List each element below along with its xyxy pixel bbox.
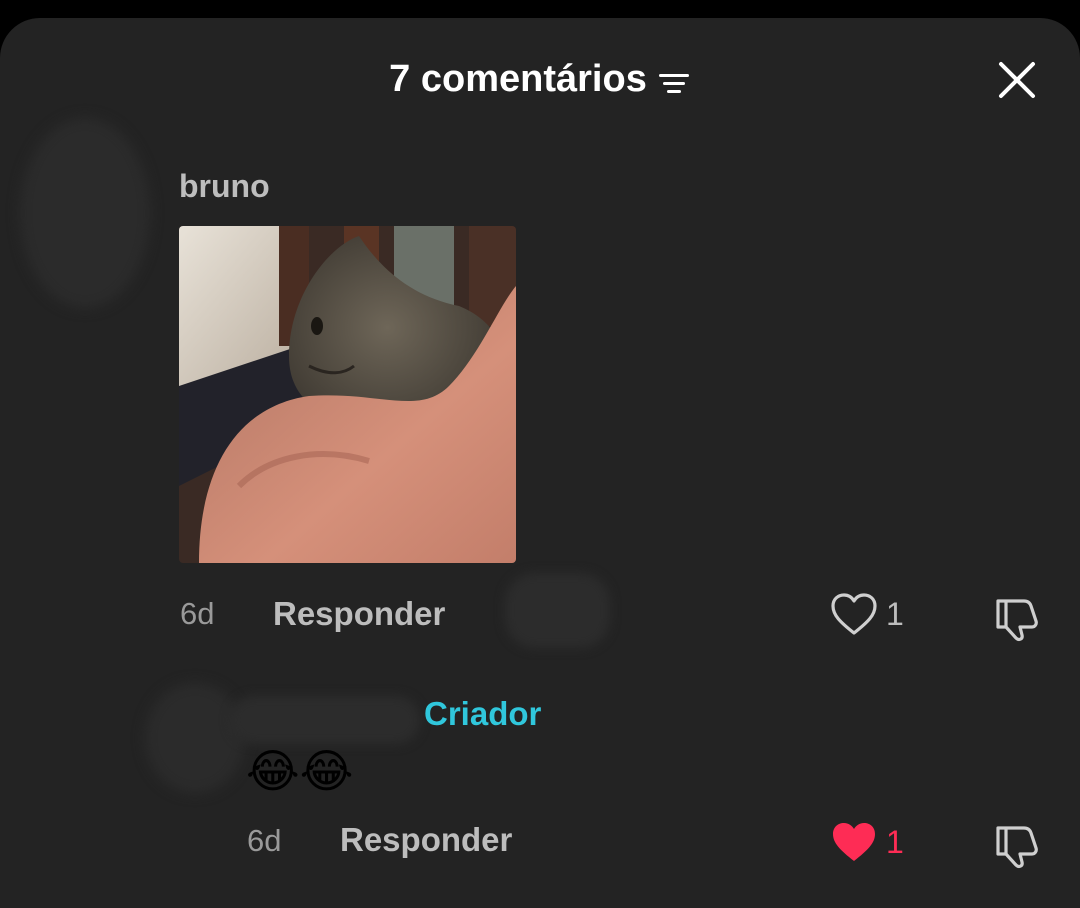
like-count: 1 xyxy=(886,595,904,632)
dislike-button[interactable] xyxy=(992,593,1044,643)
avatar[interactable] xyxy=(20,118,150,308)
comments-sheet: 7 comentários bruno 6d Responder 1 Criad… xyxy=(0,18,1080,908)
comments-count-title: 7 comentários xyxy=(389,58,647,100)
redacted-area xyxy=(505,573,610,648)
comment-username[interactable]: bruno xyxy=(179,168,270,205)
reply-reply-button[interactable]: Responder xyxy=(340,821,512,859)
heart-outline-icon xyxy=(831,593,877,635)
comment-image[interactable] xyxy=(179,226,516,563)
reply-avatar[interactable] xyxy=(145,683,245,793)
reply-like-count: 1 xyxy=(886,823,904,860)
redacted-username xyxy=(230,696,420,744)
creator-badge: Criador xyxy=(424,695,542,732)
reply-text: 😂😂 xyxy=(246,744,354,798)
filter-icon[interactable] xyxy=(657,65,691,95)
heart-filled-icon xyxy=(833,823,875,861)
like-button[interactable]: 1 xyxy=(830,592,904,636)
thumbs-down-icon xyxy=(996,826,1038,869)
reply-time: 6d xyxy=(247,823,282,858)
thumbs-down-icon xyxy=(996,599,1038,642)
close-icon xyxy=(999,62,1035,98)
comments-header: 7 comentários xyxy=(0,58,1080,101)
comment-time: 6d xyxy=(180,596,215,631)
reply-dislike-button[interactable] xyxy=(992,820,1044,870)
close-button[interactable] xyxy=(995,58,1039,102)
reply-button[interactable]: Responder xyxy=(273,595,445,633)
reply-like-button[interactable]: 1 xyxy=(830,820,904,864)
